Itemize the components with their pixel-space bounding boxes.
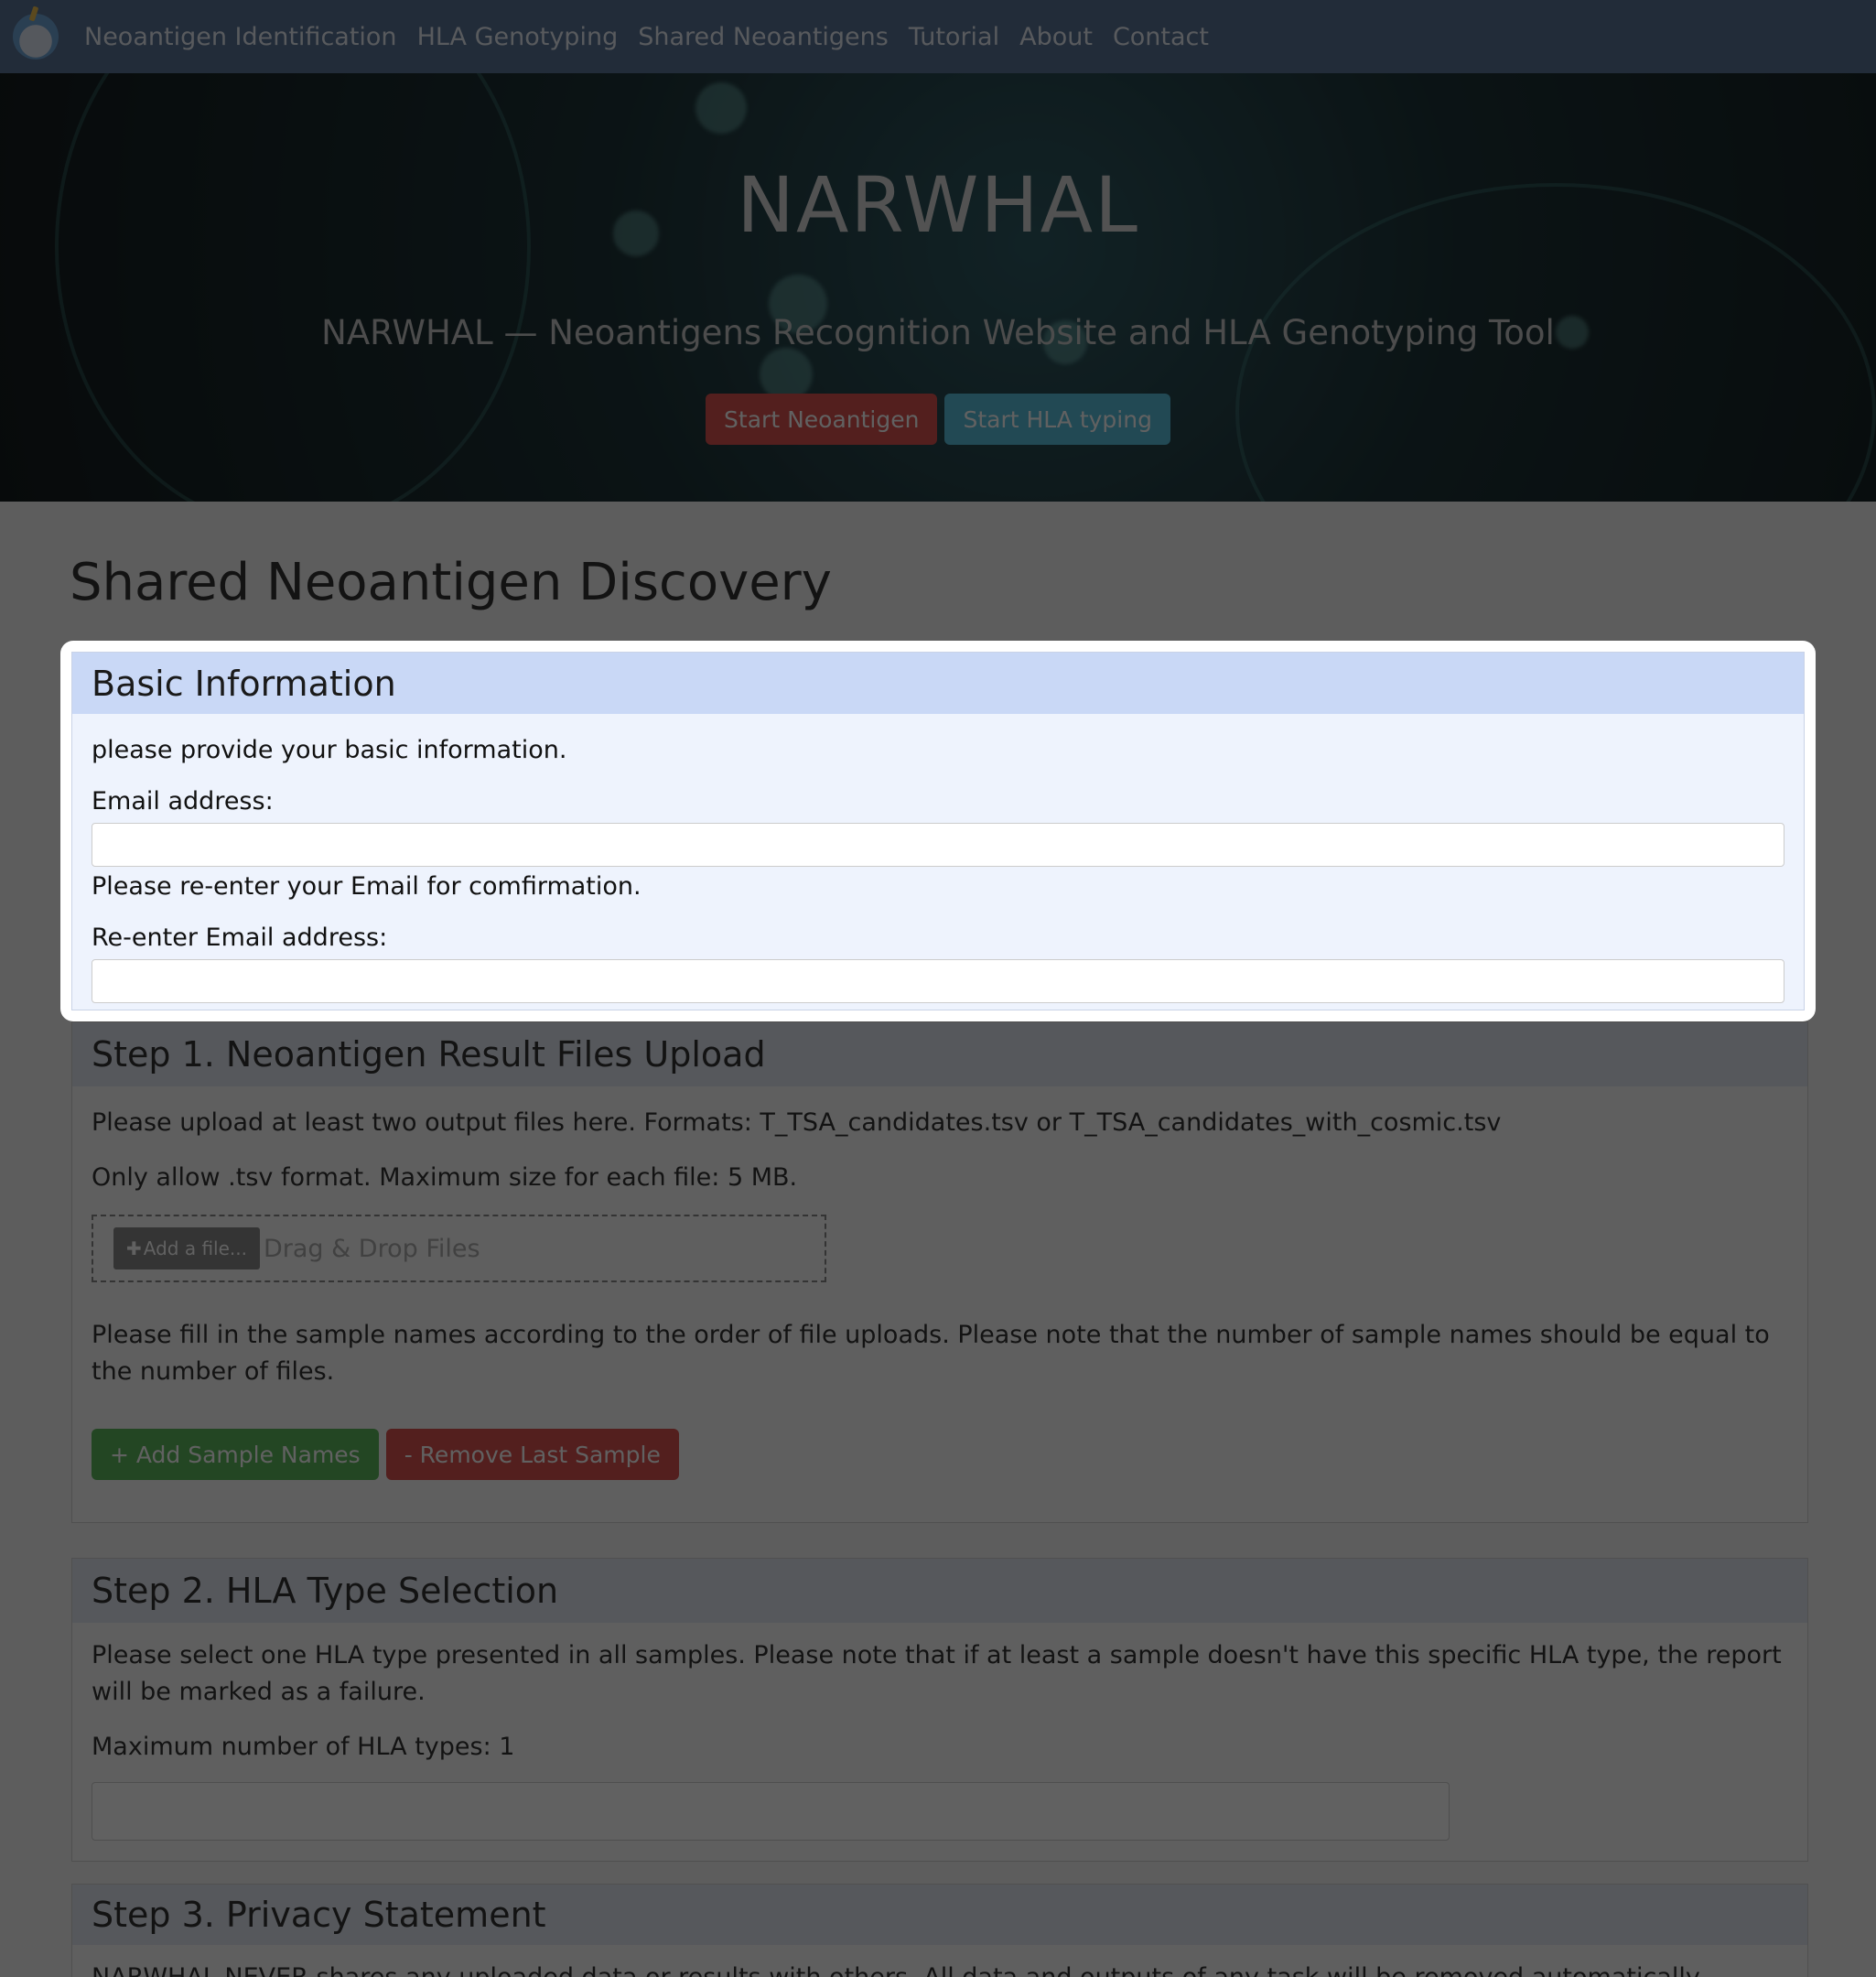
add-sample-names-button[interactable]: + Add Sample Names [92, 1429, 379, 1480]
step3-privacy-text: NARWHAL NEVER shares any uploaded data o… [92, 1960, 1788, 1977]
step1-format-note: Only allow .tsv format. Maximum size for… [92, 1163, 798, 1192]
step1-upload-note: Please upload at least two output files … [92, 1108, 1502, 1137]
reenter-email-field[interactable] [92, 959, 1784, 1003]
dropzone-label: Drag & Drop Files [264, 1234, 480, 1263]
page-title: Shared Neoantigen Discovery [70, 553, 832, 612]
start-hla-typing-button[interactable]: Start HLA typing [944, 394, 1170, 445]
step2-panel: Step 2. HLA Type Selection Please select… [71, 1558, 1808, 1862]
step2-max-note: Maximum number of HLA types: 1 [92, 1733, 515, 1761]
nav-hla-genotyping[interactable]: HLA Genotyping [417, 23, 619, 51]
narwhal-logo-icon[interactable] [13, 14, 59, 59]
nav-contact[interactable]: Contact [1113, 23, 1209, 51]
add-file-label: Add a file... [143, 1237, 247, 1259]
basic-info-intro: please provide your basic information. [92, 736, 567, 764]
nav-neoantigen-identification[interactable]: Neoantigen Identification [84, 23, 397, 51]
step1-panel: Step 1. Neoantigen Result Files Upload P… [71, 1021, 1808, 1523]
remove-last-sample-button[interactable]: - Remove Last Sample [385, 1429, 679, 1480]
step1-header: Step 1. Neoantigen Result Files Upload [72, 1022, 1807, 1086]
navbar: Neoantigen Identification HLA Genotyping… [0, 0, 1876, 73]
basic-info-panel: Basic Information please provide your ba… [71, 652, 1805, 1010]
step3-header: Step 3. Privacy Statement [72, 1885, 1807, 1945]
plus-icon: ✚ [126, 1237, 142, 1259]
basic-info-header: Basic Information [72, 653, 1804, 714]
step1-sample-note: Please fill in the sample names accordin… [92, 1321, 1770, 1386]
hero-subtitle: NARWHAL — Neoantigens Recognition Websit… [321, 313, 1555, 352]
start-neoantigen-button[interactable]: Start Neoantigen [706, 394, 938, 445]
step2-header: Step 2. HLA Type Selection [72, 1559, 1807, 1623]
hla-type-select[interactable] [92, 1782, 1450, 1841]
step2-note: Please select one HLA type presented in … [92, 1641, 1782, 1706]
step2-body: Please select one HLA type presented in … [72, 1637, 1807, 1841]
hero-decoration [695, 82, 747, 134]
sample-buttons: + Add Sample Names - Remove Last Sample [92, 1429, 1788, 1480]
hero-title: NARWHAL [737, 160, 1139, 250]
step3-body: NARWHAL NEVER shares any uploaded data o… [72, 1945, 1807, 1977]
step1-body: Please upload at least two output files … [72, 1105, 1807, 1480]
basic-info-body: please provide your basic information. E… [72, 732, 1804, 1003]
nav-about[interactable]: About [1019, 23, 1093, 51]
nav-shared-neoantigens[interactable]: Shared Neoantigens [638, 23, 889, 51]
reenter-email-label: Re-enter Email address: [92, 924, 388, 952]
email-label: Email address: [92, 787, 274, 816]
basic-info-highlight: Basic Information please provide your ba… [60, 641, 1816, 1021]
reenter-email-note: Please re-enter your Email for comfirmat… [92, 872, 642, 901]
hero-buttons: Start Neoantigen Start HLA typing [0, 394, 1876, 445]
hero-banner: NARWHAL NARWHAL — Neoantigens Recognitio… [0, 73, 1876, 502]
file-dropzone[interactable]: ✚ Add a file... Drag & Drop Files [92, 1215, 826, 1282]
add-file-button[interactable]: ✚ Add a file... [113, 1227, 260, 1269]
step3-panel: Step 3. Privacy Statement NARWHAL NEVER … [71, 1884, 1808, 1977]
nav-tutorial[interactable]: Tutorial [909, 23, 999, 51]
email-field[interactable] [92, 823, 1784, 867]
